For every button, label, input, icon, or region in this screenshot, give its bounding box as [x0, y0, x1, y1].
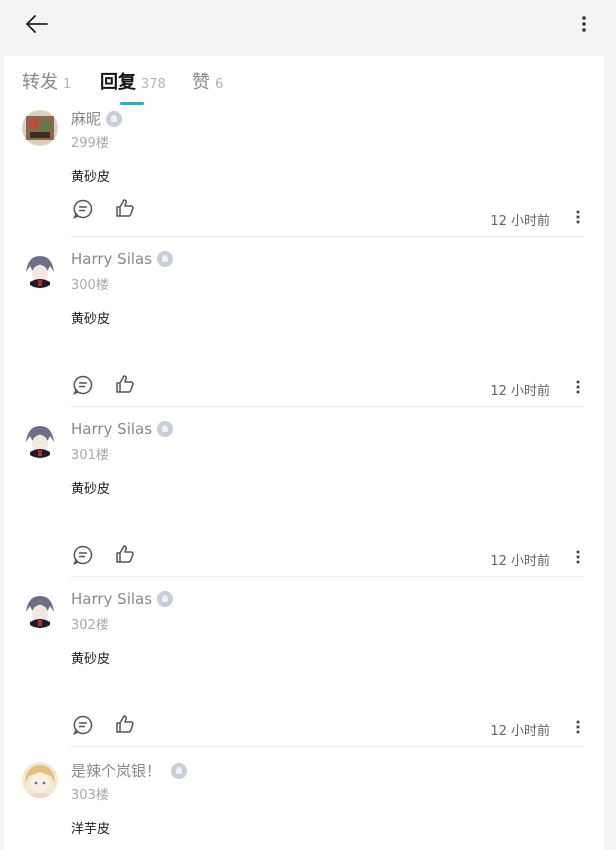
comment-time: 12 小时前	[490, 384, 550, 399]
floor-number: 299楼	[71, 136, 109, 151]
comment-icon	[73, 715, 93, 735]
username-text: 麻昵	[71, 110, 102, 128]
arrow-left-icon	[26, 15, 48, 33]
more-vertical-icon	[576, 720, 580, 734]
reply-button[interactable]	[72, 714, 94, 736]
top-bar	[0, 0, 616, 50]
username[interactable]: 麻昵	[71, 108, 123, 129]
comment-text: 黄砂皮	[71, 170, 111, 185]
floor-number: 300楼	[71, 278, 109, 293]
thumbs-up-icon	[116, 545, 134, 563]
comment-text: 黄砂皮	[71, 482, 111, 497]
tab-count: 1	[63, 77, 72, 92]
avatar[interactable]	[22, 252, 58, 288]
more-options-button[interactable]	[574, 12, 594, 36]
more-vertical-icon	[576, 210, 580, 224]
avatar-anime-character	[22, 592, 58, 628]
comment-time: 12 小时前	[490, 214, 550, 229]
comment-more-button[interactable]	[572, 717, 584, 737]
thumbs-up-icon	[116, 375, 134, 393]
user-level-badge-icon	[157, 591, 174, 607]
comment-icon	[73, 375, 93, 395]
comment-text: 黄砂皮	[71, 652, 111, 667]
divider	[71, 576, 584, 577]
more-vertical-icon	[582, 16, 586, 32]
user-level-badge-icon	[171, 762, 188, 779]
username-text: 是辣个岚银！	[71, 762, 162, 780]
avatar-anime-blonde	[22, 762, 58, 798]
avatar-anime-character	[22, 422, 58, 458]
username[interactable]: Harry Silas	[71, 420, 174, 438]
comment-item: 是辣个岚银！ 303楼 洋芋皮	[4, 756, 604, 850]
more-vertical-icon	[576, 380, 580, 394]
divider	[71, 236, 584, 237]
comment-more-button[interactable]	[572, 377, 584, 397]
user-level-badge-icon	[106, 110, 123, 127]
thumbs-up-icon	[116, 199, 134, 217]
thumbs-up-icon	[116, 715, 134, 733]
username[interactable]: Harry Silas	[71, 250, 174, 268]
username-text: Harry Silas	[71, 420, 153, 438]
reply-button[interactable]	[72, 198, 94, 220]
username-text: Harry Silas	[71, 250, 153, 268]
reply-button[interactable]	[72, 544, 94, 566]
comment-text: 洋芋皮	[71, 822, 111, 837]
divider	[71, 406, 584, 407]
tab-replies[interactable]: 回复 378	[100, 68, 166, 94]
comment-text: 黄砂皮	[71, 312, 111, 327]
tab-reposts[interactable]: 转发 1	[22, 68, 71, 94]
like-button[interactable]	[114, 543, 136, 565]
like-button[interactable]	[114, 713, 136, 735]
tab-label: 回复	[100, 72, 136, 93]
comment-item: Harry Silas 300楼 黄砂皮 12 小时前	[4, 246, 604, 416]
tab-count: 6	[215, 77, 224, 92]
username-text: Harry Silas	[71, 590, 153, 608]
tab-bar: 转发 1 回复 378 赞 6	[4, 56, 604, 105]
tab-label: 赞	[192, 72, 210, 93]
avatar-anime-character	[22, 252, 58, 288]
like-button[interactable]	[114, 373, 136, 395]
comment-item: Harry Silas 302楼 黄砂皮 12 小时前	[4, 586, 604, 756]
floor-number: 302楼	[71, 618, 109, 633]
tab-count: 378	[141, 77, 166, 92]
tab-likes[interactable]: 赞 6	[192, 68, 223, 94]
back-button[interactable]	[22, 10, 52, 38]
comment-time: 12 小时前	[490, 724, 550, 739]
like-button[interactable]	[114, 197, 136, 219]
divider	[71, 746, 584, 747]
avatar[interactable]	[22, 592, 58, 628]
username[interactable]: 是辣个岚银！	[71, 760, 188, 781]
comment-icon	[73, 199, 93, 219]
tab-label: 转发	[22, 72, 58, 93]
user-level-badge-icon	[157, 421, 174, 437]
more-vertical-icon	[576, 550, 580, 564]
avatar[interactable]	[22, 110, 58, 146]
comments-card: 转发 1 回复 378 赞 6 麻昵 299楼 黄砂皮 12 小时前 Harry…	[4, 56, 604, 850]
comment-more-button[interactable]	[572, 207, 584, 227]
floor-number: 303楼	[71, 788, 109, 803]
avatar-thumbnail	[22, 110, 58, 146]
comment-item: 麻昵 299楼 黄砂皮 12 小时前	[4, 106, 604, 237]
comment-time: 12 小时前	[490, 554, 550, 569]
comment-item: Harry Silas 301楼 黄砂皮 12 小时前	[4, 416, 604, 586]
active-tab-indicator	[120, 102, 144, 105]
user-level-badge-icon	[157, 251, 174, 267]
comment-icon	[73, 545, 93, 565]
username[interactable]: Harry Silas	[71, 590, 174, 608]
avatar[interactable]	[22, 762, 58, 798]
avatar[interactable]	[22, 422, 58, 458]
reply-button[interactable]	[72, 374, 94, 396]
floor-number: 301楼	[71, 448, 109, 463]
comment-more-button[interactable]	[572, 547, 584, 567]
